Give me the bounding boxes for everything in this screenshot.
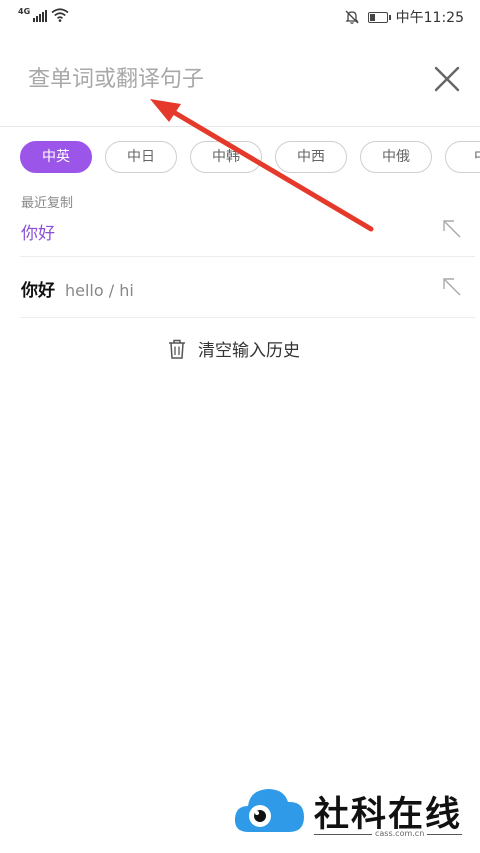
cloud-logo-icon	[234, 789, 304, 832]
mute-bell-icon	[345, 10, 359, 24]
history-word: 你好	[21, 281, 55, 301]
tab-zh-ja[interactable]: 中日	[105, 141, 177, 173]
status-bar: 4G 中午11:25	[0, 0, 480, 34]
tab-zh-ru[interactable]: 中俄	[360, 141, 432, 173]
divider	[20, 256, 475, 257]
battery-icon	[367, 11, 391, 23]
recent-copy-word[interactable]: 你好	[21, 219, 55, 244]
close-icon[interactable]	[430, 62, 464, 96]
status-time: 中午11:25	[395, 10, 464, 26]
status-left: 4G	[18, 8, 69, 22]
trash-icon	[169, 339, 185, 359]
status-right: 中午11:25	[344, 7, 464, 27]
signal-icon	[33, 10, 48, 22]
history-definition: hello / hi	[65, 281, 134, 300]
watermark-logo: 社科在线 cass.com.cn	[232, 782, 472, 846]
annotation-arrow	[150, 99, 374, 232]
tab-zh-es[interactable]: 中西	[275, 141, 347, 173]
recent-copy-label: 最近复制	[21, 196, 74, 211]
clear-history-label: 清空输入历史	[198, 341, 300, 361]
tab-zh-more[interactable]: 中	[445, 141, 480, 173]
network-type: 4G	[18, 7, 31, 16]
tab-zh-ko[interactable]: 中韩	[190, 141, 262, 173]
fill-arrow-icon[interactable]	[441, 276, 463, 298]
clear-history-button[interactable]: 清空输入历史	[166, 336, 300, 361]
watermark-domain: cass.com.cn	[372, 829, 428, 838]
search-header	[0, 44, 480, 127]
divider	[20, 317, 475, 318]
search-input[interactable]	[26, 62, 410, 96]
wifi-icon	[51, 8, 69, 22]
tab-zh-en[interactable]: 中英	[20, 141, 92, 173]
history-item[interactable]: 你好 hello / hi	[21, 276, 134, 301]
language-tabs: 中英中日中韩中西中俄中	[20, 141, 480, 175]
fill-arrow-icon[interactable]	[441, 218, 463, 240]
